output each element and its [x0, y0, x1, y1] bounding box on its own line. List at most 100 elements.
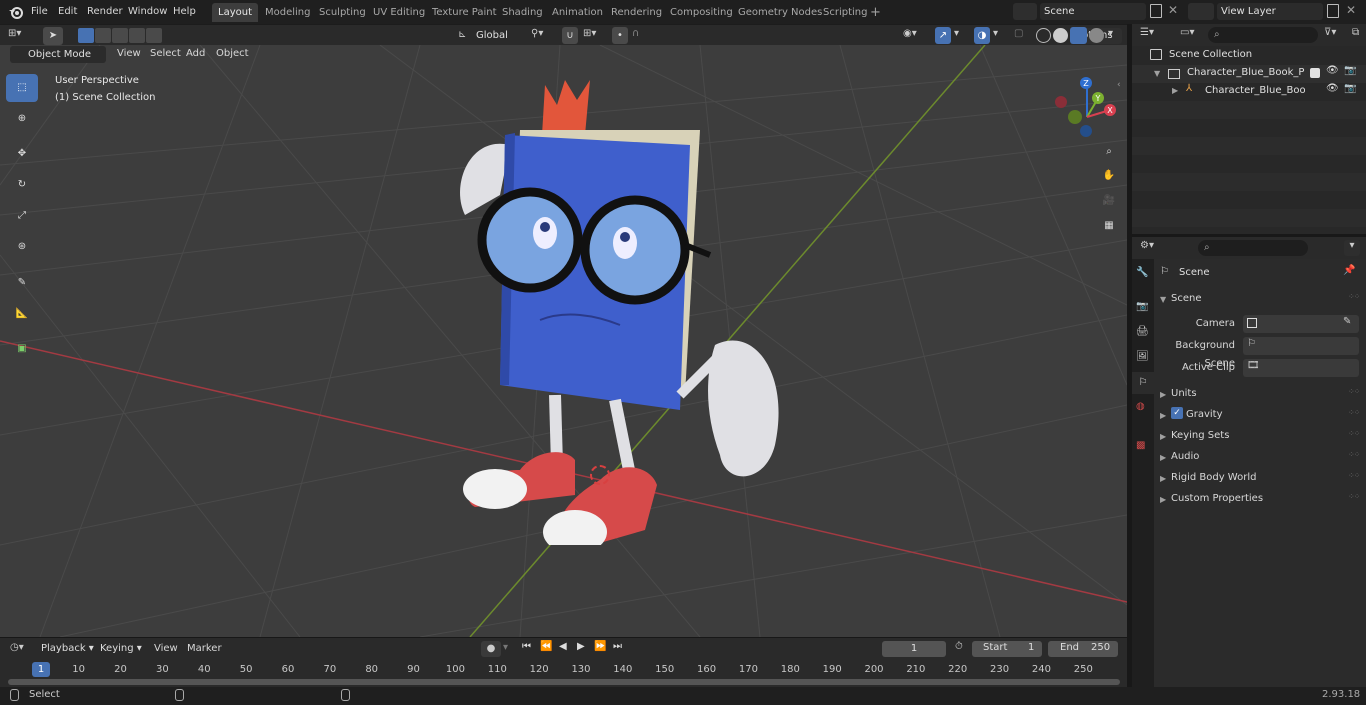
- proportional-edit-icon[interactable]: •: [612, 27, 628, 44]
- collection-checkbox[interactable]: [1310, 68, 1320, 78]
- jump-keyframe-back-icon[interactable]: ⏪: [540, 641, 552, 652]
- zoom-icon[interactable]: ⌕: [1097, 141, 1121, 163]
- outliner-item-collection[interactable]: Character_Blue_Book_Puzzler: [1187, 67, 1305, 78]
- view-layer-browse-icon[interactable]: [1188, 3, 1214, 20]
- object-mode-dropdown[interactable]: Object Mode: [10, 46, 106, 63]
- jump-keyframe-forward-icon[interactable]: ⏩: [594, 641, 606, 652]
- move-tool-icon[interactable]: ✥: [6, 140, 38, 168]
- render-tab-icon[interactable]: 📷: [1136, 301, 1148, 312]
- snap-target-icon[interactable]: ⊞▾: [583, 28, 596, 39]
- panel-expand-arrow-icon[interactable]: ▶: [1160, 432, 1166, 441]
- shading-rendered-icon[interactable]: [1089, 28, 1104, 43]
- scene-collection-label[interactable]: Scene Collection: [1169, 49, 1252, 60]
- properties-editor-type-icon[interactable]: ⚙▾: [1140, 240, 1154, 251]
- record-button[interactable]: ●: [481, 641, 501, 657]
- texture-tab-icon[interactable]: ▩: [1136, 440, 1145, 451]
- select-tool-icon[interactable]: ➤: [43, 27, 63, 45]
- drag-handle-icon[interactable]: ⁘⁘: [1348, 408, 1360, 417]
- active-clip-field[interactable]: [1243, 359, 1359, 377]
- panel-expand-arrow-icon[interactable]: ▶: [1160, 390, 1166, 399]
- timeline-editor-type-icon[interactable]: ◷▾: [10, 642, 24, 653]
- ortho-toggle-icon[interactable]: ▦: [1097, 215, 1121, 237]
- 3d-cursor-icon[interactable]: [590, 465, 610, 485]
- navigation-gizmo[interactable]: Z Y X: [1052, 75, 1122, 145]
- tab-texture-paint[interactable]: Texture Paint: [426, 3, 503, 22]
- book-character-model[interactable]: [445, 75, 805, 545]
- proportional-falloff-icon[interactable]: ∩: [632, 28, 639, 39]
- pin-icon[interactable]: 📌: [1343, 265, 1355, 276]
- camera-render-icon[interactable]: 📷: [1344, 65, 1356, 76]
- add-cube-tool-icon[interactable]: ▣: [6, 335, 38, 363]
- tab-geometry-nodes[interactable]: Geometry Nodes: [732, 3, 828, 22]
- tool-tab-icon[interactable]: 🔧: [1136, 267, 1148, 278]
- tab-shading[interactable]: Shading: [496, 3, 549, 22]
- outliner-display-mode-icon[interactable]: ▭▾: [1180, 27, 1194, 38]
- xray-toggle-icon[interactable]: ▢: [1014, 28, 1023, 39]
- selection-mode-invert-icon[interactable]: [129, 28, 145, 43]
- panel-expand-arrow-icon[interactable]: ▶: [1160, 474, 1166, 483]
- menu-window[interactable]: Window: [128, 3, 167, 21]
- drag-handle-icon[interactable]: ⁘⁘: [1348, 429, 1360, 438]
- cursor-tool-icon[interactable]: ⊕: [6, 105, 38, 133]
- scene-panel-title[interactable]: Scene: [1171, 290, 1202, 308]
- scene-close-icon[interactable]: ✕: [1168, 3, 1178, 17]
- drag-handle-icon[interactable]: ⁘⁘: [1348, 387, 1360, 396]
- view-layer-name-field[interactable]: View Layer: [1217, 3, 1323, 20]
- scene-browse-icon[interactable]: [1013, 3, 1037, 20]
- selection-mode-new-icon[interactable]: [78, 28, 94, 43]
- view-layer-new-icon[interactable]: [1327, 4, 1339, 18]
- eye-icon[interactable]: 👁: [1326, 65, 1339, 76]
- properties-options-icon[interactable]: ▾: [1344, 240, 1360, 256]
- overlays-toggle-icon[interactable]: ◑: [974, 27, 990, 44]
- outliner-item-object[interactable]: Character_Blue_Book_Pu: [1205, 85, 1305, 96]
- select-box-tool-icon[interactable]: ⬚: [6, 74, 38, 102]
- gizmo-toggle-icon[interactable]: ↗: [935, 27, 951, 44]
- outliner-new-collection-icon[interactable]: ⧉: [1352, 27, 1359, 38]
- selection-mode-intersect-icon[interactable]: [146, 28, 162, 43]
- timeline-menu-view[interactable]: View: [154, 641, 178, 657]
- menu-add[interactable]: Add: [186, 46, 205, 62]
- menu-render[interactable]: Render: [87, 3, 123, 21]
- blender-logo-icon[interactable]: [8, 4, 24, 20]
- keying-sets-panel-title[interactable]: Keying Sets: [1171, 427, 1229, 445]
- panel-expand-arrow-icon[interactable]: ▶: [1160, 411, 1166, 420]
- current-frame-field[interactable]: 1: [882, 641, 946, 657]
- shading-material-icon[interactable]: [1070, 27, 1087, 44]
- play-reverse-icon[interactable]: ◀: [559, 641, 567, 652]
- sidebar-toggle-icon[interactable]: ‹: [1117, 80, 1121, 90]
- jump-start-icon[interactable]: ⏮: [522, 641, 531, 652]
- scene-name-field[interactable]: Scene: [1040, 3, 1146, 20]
- camera-field[interactable]: [1243, 315, 1359, 333]
- scene-tab-icon[interactable]: ⚐: [1132, 372, 1154, 394]
- background-scene-field[interactable]: [1243, 337, 1359, 355]
- overlays-dropdown-icon[interactable]: ▾: [993, 28, 998, 39]
- scale-tool-icon[interactable]: ⤢: [6, 202, 38, 230]
- timeline-menu-marker[interactable]: Marker: [187, 641, 222, 657]
- tab-animation[interactable]: Animation: [546, 3, 609, 22]
- shading-dropdown-icon[interactable]: ▾: [1108, 28, 1113, 39]
- keying-dropdown[interactable]: Keying ▾: [100, 641, 145, 657]
- panel-collapse-arrow-icon[interactable]: ▼: [1160, 295, 1166, 304]
- expand-arrow-icon[interactable]: ▼: [1154, 69, 1160, 78]
- drag-handle-icon[interactable]: ⁘⁘: [1348, 471, 1360, 480]
- 3d-viewport[interactable]: User Perspective (1) Scene Collection Z …: [0, 45, 1127, 637]
- selection-mode-extend-icon[interactable]: [95, 28, 111, 43]
- tab-layout[interactable]: Layout: [212, 3, 258, 22]
- transform-orientation-dropdown[interactable]: Global: [472, 28, 524, 44]
- camera-render-icon[interactable]: 📷: [1344, 83, 1356, 94]
- selection-mode-subtract-icon[interactable]: [112, 28, 128, 43]
- pan-hand-icon[interactable]: ✋: [1097, 165, 1121, 187]
- gravity-panel-title[interactable]: Gravity: [1186, 406, 1223, 424]
- menu-select[interactable]: Select: [150, 46, 181, 62]
- tab-modeling[interactable]: Modeling: [259, 3, 317, 22]
- tab-rendering[interactable]: Rendering: [605, 3, 668, 22]
- snap-toggle-icon[interactable]: ∪: [562, 27, 578, 44]
- world-tab-icon[interactable]: ◍: [1136, 401, 1145, 412]
- add-workspace-icon[interactable]: +: [870, 5, 881, 20]
- menu-help[interactable]: Help: [173, 3, 196, 21]
- menu-view[interactable]: View: [117, 46, 141, 62]
- drag-handle-icon[interactable]: ⁘⁘: [1348, 450, 1360, 459]
- tab-sculpting[interactable]: Sculpting: [313, 3, 372, 22]
- expand-arrow-icon[interactable]: ▶: [1172, 86, 1178, 95]
- outliner-editor-type-icon[interactable]: ☰▾: [1140, 27, 1154, 38]
